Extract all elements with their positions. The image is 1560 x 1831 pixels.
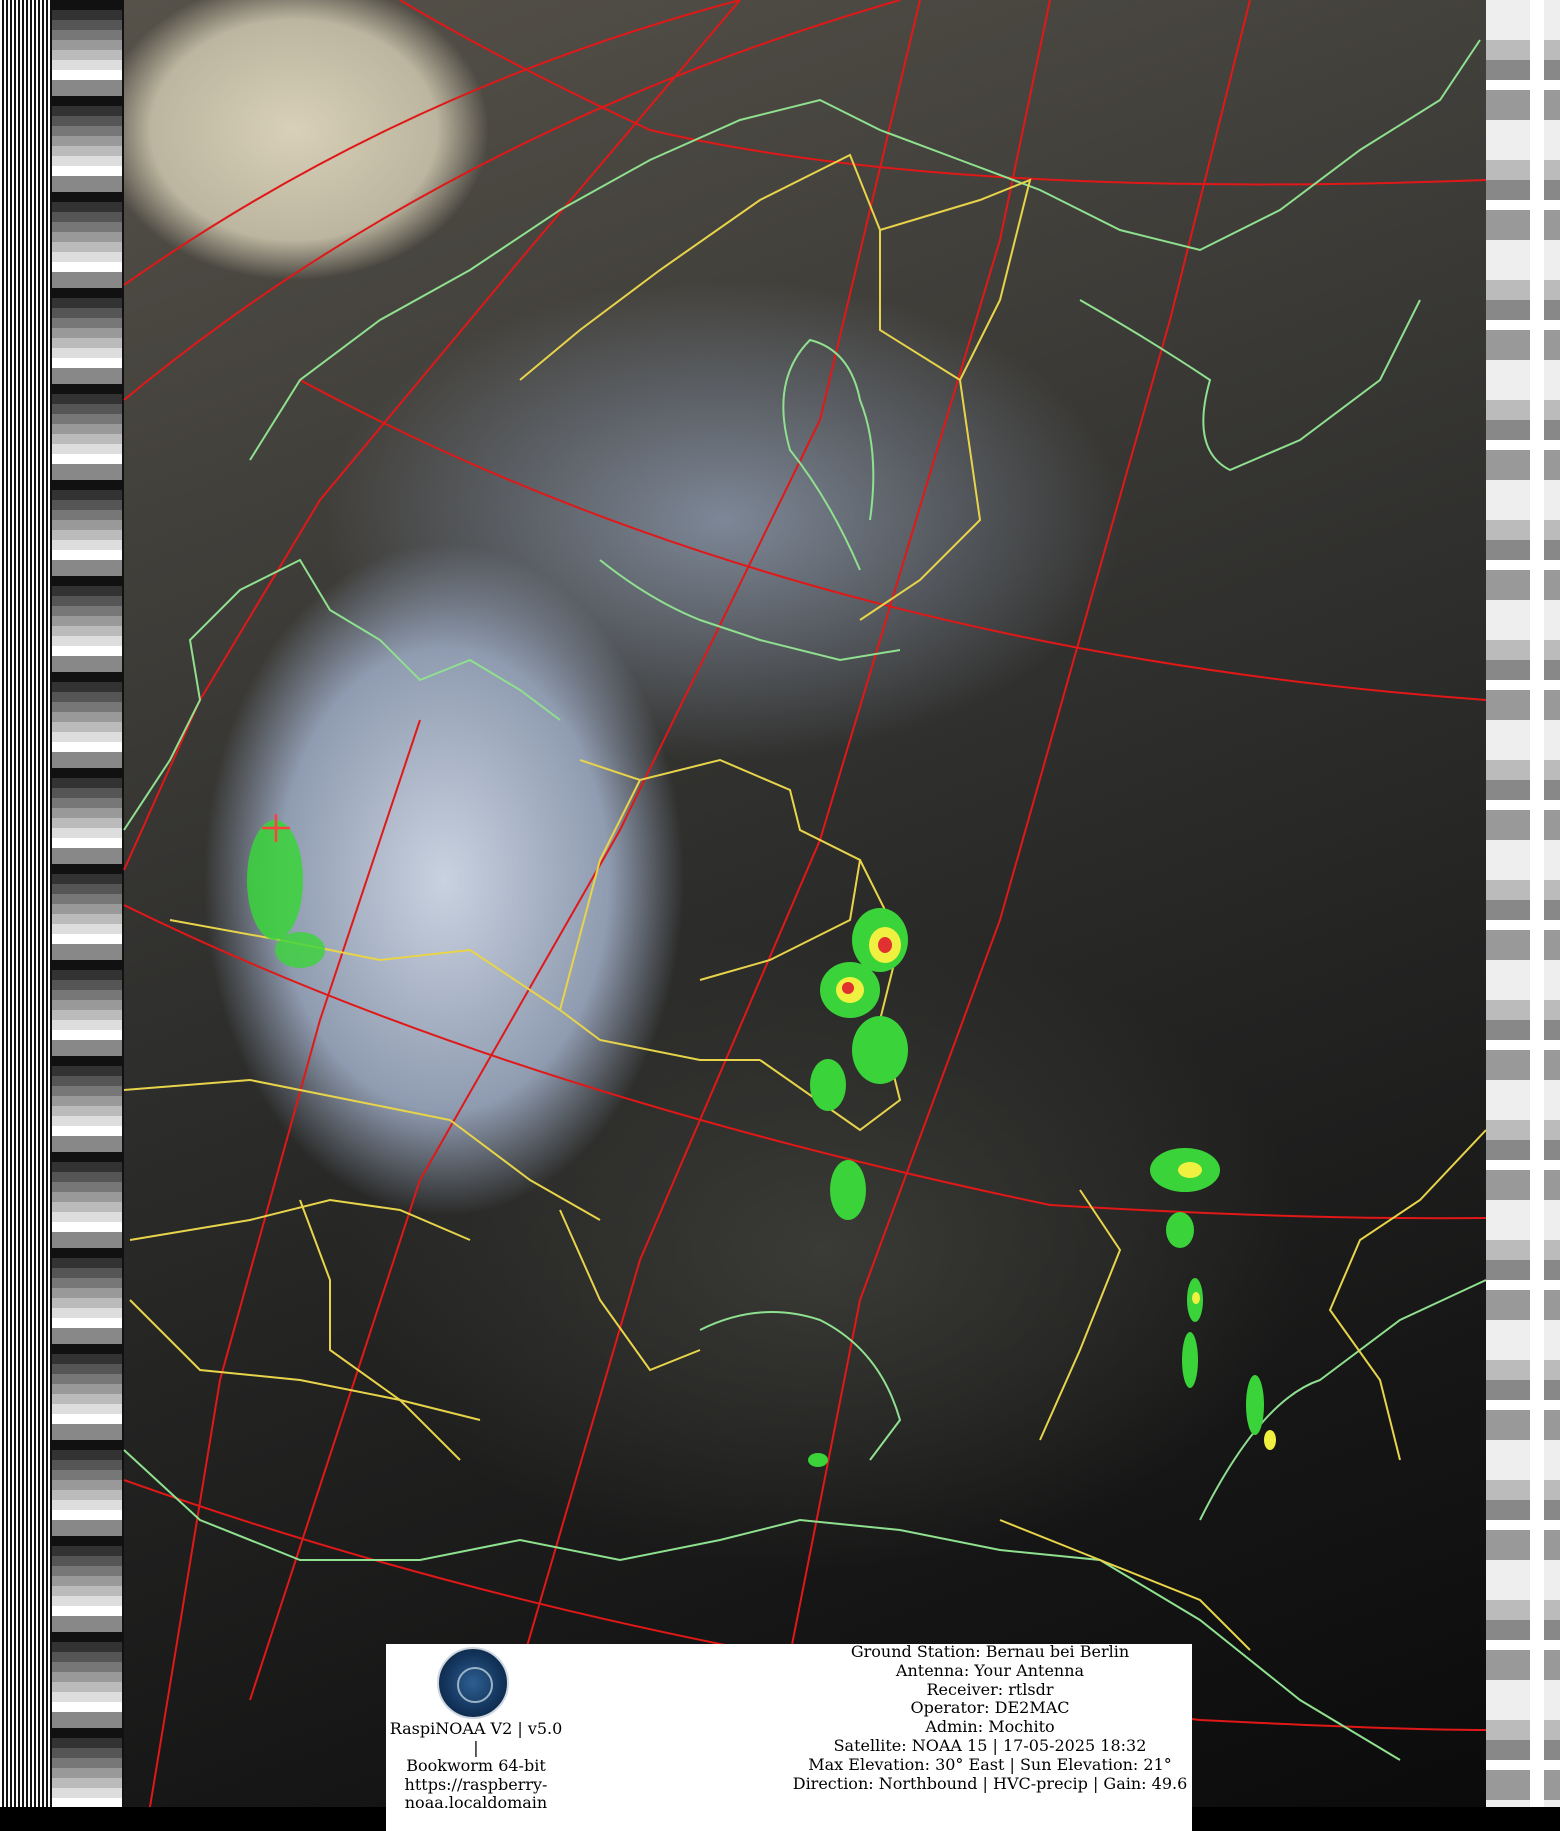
raspinoaa-logo — [437, 1647, 509, 1719]
antenna-line: Antenna: Your Antenna — [895, 1660, 1085, 1680]
precipitation-areas — [247, 820, 1276, 1467]
software-line-1: RaspiNOAA V2 | v5.0 | — [389, 1719, 563, 1757]
country-borders — [123, 153, 1487, 1651]
software-line-4: noaa.localdomain — [404, 1793, 548, 1812]
pass-info: Ground Station: Bernau bei Berlin Antenn… — [790, 1642, 1190, 1793]
direction-line: Direction: Northbound | HVC-precip | Gai… — [792, 1773, 1188, 1793]
satellite-image — [0, 0, 1560, 1807]
software-line-3: https://raspberry- — [404, 1774, 548, 1794]
elevation-line: Max Elevation: 30° East | Sun Elevation:… — [808, 1754, 1172, 1774]
map-overlay — [123, 0, 1487, 1807]
software-line-2: Bookworm 64-bit — [406, 1756, 546, 1775]
lat-lon-grid — [123, 0, 1487, 1807]
ground-station-line: Ground Station: Bernau bei Berlin — [850, 1642, 1130, 1661]
satellite-line: Satellite: NOAA 15 | 17-05-2025 18:32 — [833, 1735, 1147, 1755]
operator-line: Operator: DE2MAC — [910, 1698, 1070, 1718]
coastlines — [123, 39, 1487, 1761]
software-info: RaspiNOAA V2 | v5.0 | Bookworm 64-bit ht… — [386, 1719, 566, 1813]
admin-line: Admin: Mochito — [925, 1717, 1055, 1737]
receiver-line: Receiver: rtlsdr — [926, 1679, 1054, 1699]
